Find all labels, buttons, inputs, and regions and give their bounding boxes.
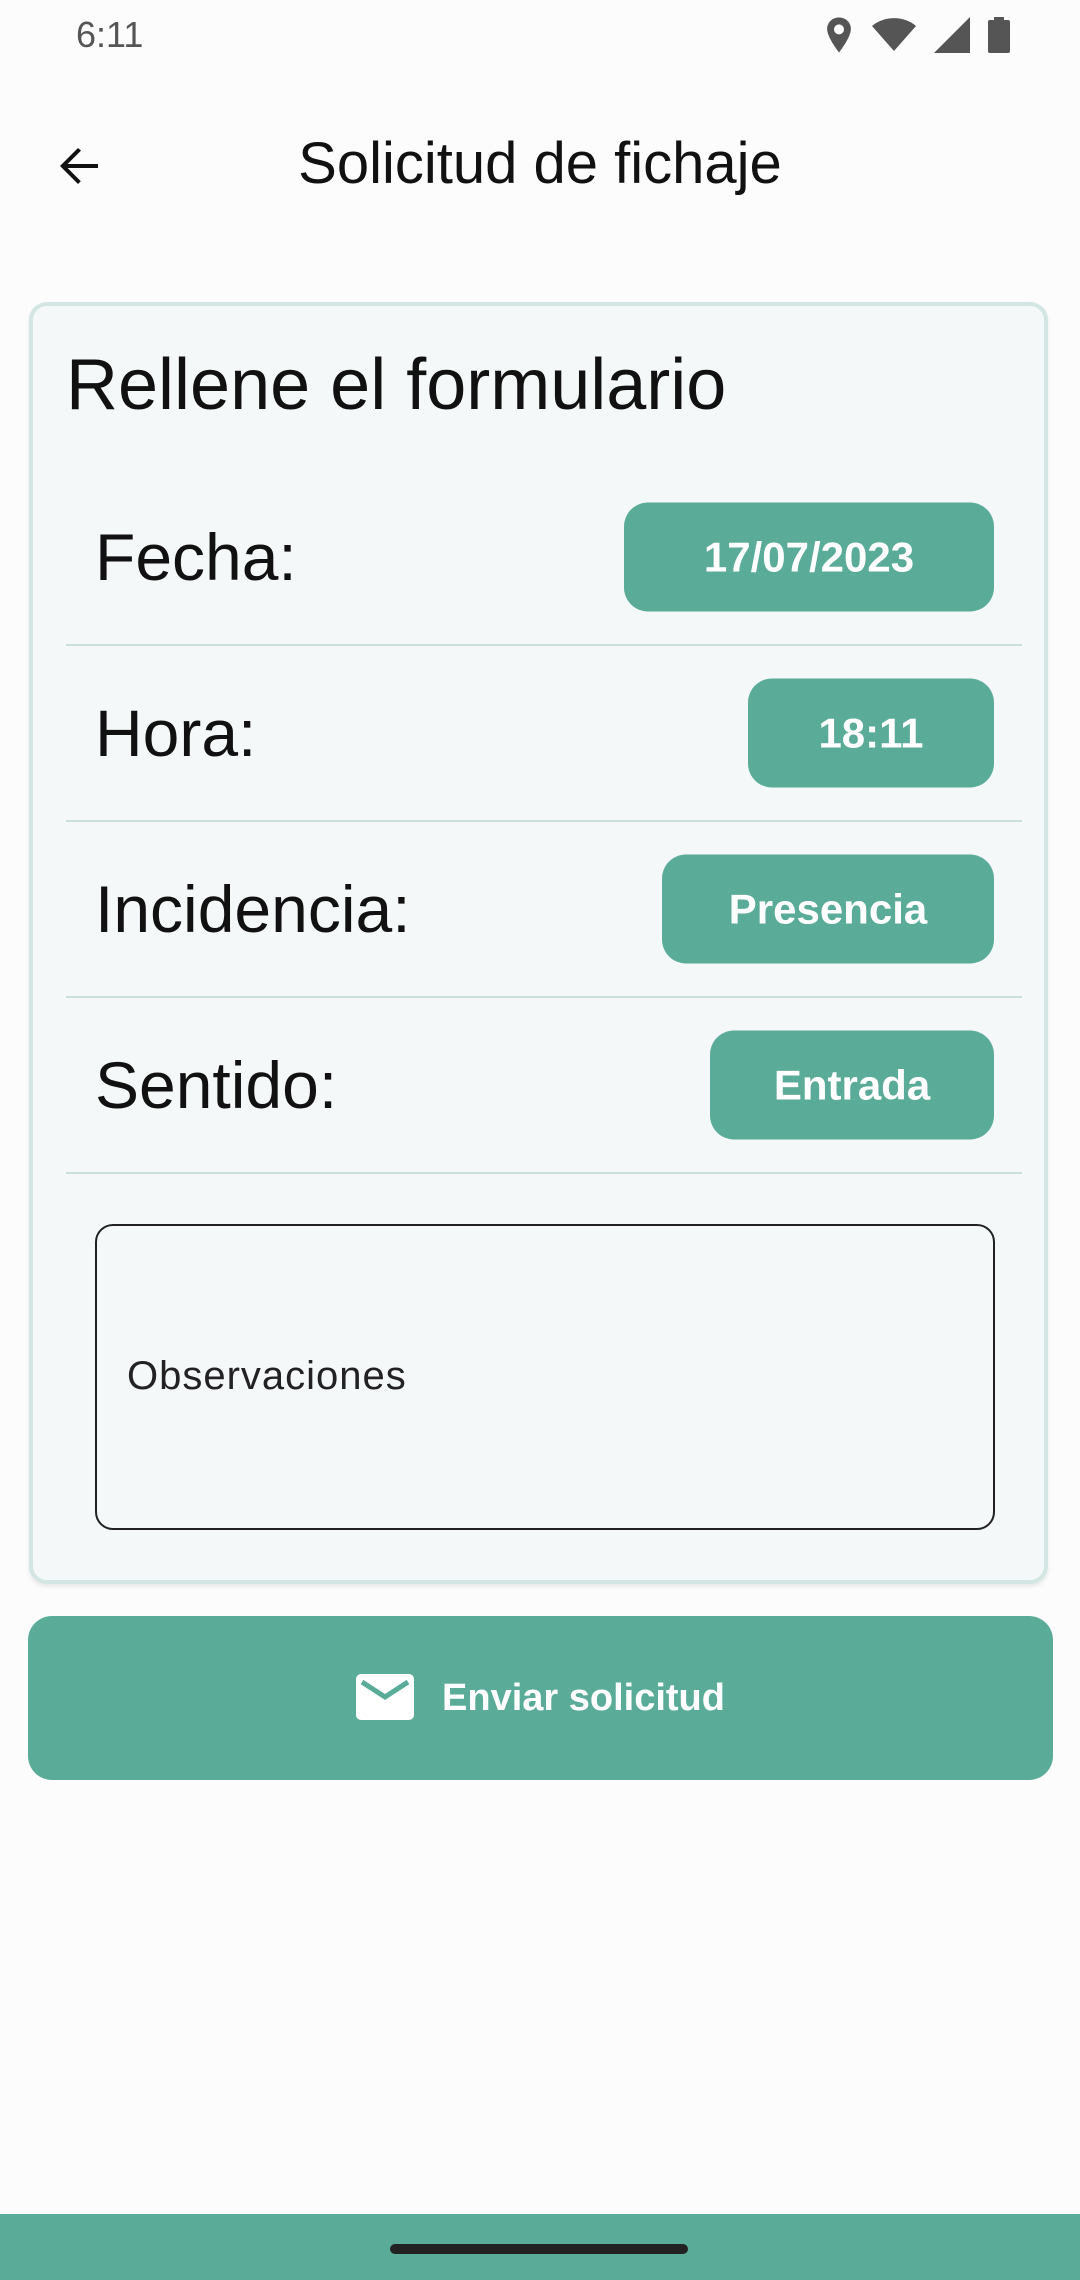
signal-icon — [934, 17, 970, 53]
hora-label: Hora: — [95, 696, 257, 770]
sentido-label: Sentido: — [95, 1048, 338, 1122]
page-title: Solicitud de fichaje — [298, 131, 782, 196]
home-gesture-handle[interactable] — [390, 2244, 688, 2254]
observaciones-input[interactable] — [95, 1224, 995, 1530]
status-bar: 6:11 — [0, 0, 1080, 70]
mail-icon — [356, 1673, 415, 1723]
incidencia-row: Incidencia: Presencia — [66, 822, 1022, 998]
status-time: 6:11 — [76, 14, 144, 55]
hora-picker-button[interactable]: 18:11 — [748, 678, 994, 788]
incidencia-select-button[interactable]: Presencia — [662, 854, 994, 964]
incidencia-label: Incidencia: — [95, 872, 411, 946]
form-heading: Rellene el formulario — [66, 345, 727, 425]
status-icons — [824, 16, 1010, 54]
location-icon — [824, 16, 854, 54]
fecha-label: Fecha: — [95, 520, 297, 594]
send-request-button[interactable]: Enviar solicitud — [28, 1616, 1053, 1780]
battery-icon — [988, 17, 1010, 53]
sentido-select-button[interactable]: Entrada — [710, 1030, 994, 1140]
fecha-picker-button[interactable]: 17/07/2023 — [624, 502, 994, 612]
wifi-icon — [872, 18, 916, 52]
fecha-row: Fecha: 17/07/2023 — [66, 470, 1022, 646]
sentido-row: Sentido: Entrada — [66, 998, 1022, 1174]
send-request-label: Enviar solicitud — [442, 1676, 725, 1719]
form-card: Rellene el formulario Fecha: 17/07/2023 … — [29, 302, 1048, 1584]
hora-row: Hora: 18:11 — [66, 646, 1022, 822]
navigation-bar — [0, 2214, 1080, 2280]
app-bar: Solicitud de fichaje — [0, 100, 1080, 240]
